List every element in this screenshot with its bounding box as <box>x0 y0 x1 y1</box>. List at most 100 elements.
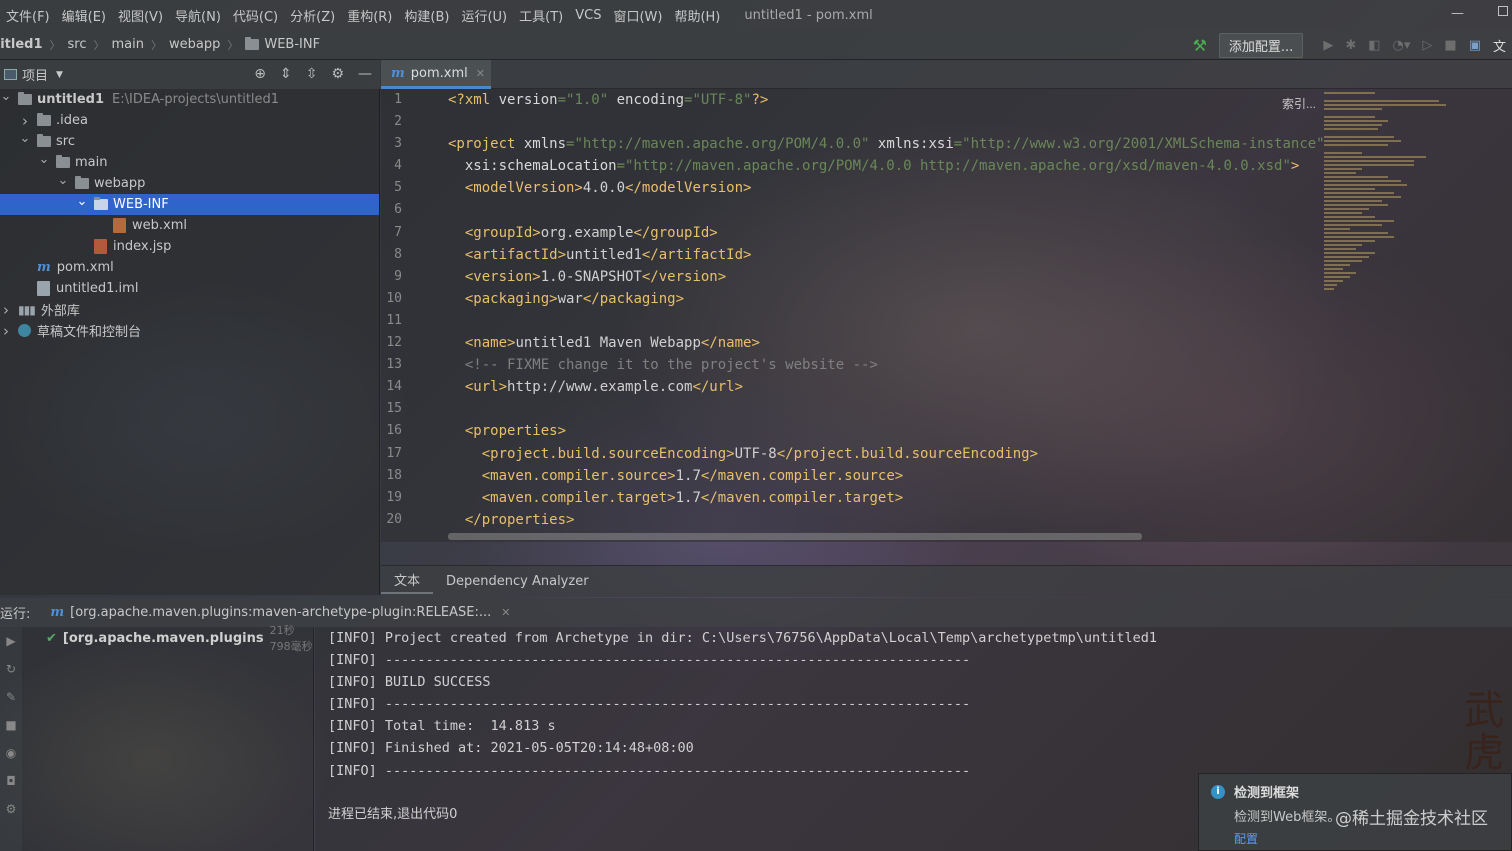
code-line: <name>untitled1 Maven Webapp</name> <box>464 335 760 352</box>
menu-vcs[interactable]: VCS <box>569 8 607 23</box>
close-icon[interactable]: ✕ <box>476 67 485 80</box>
build-hammer-icon[interactable]: ⚒ <box>1193 36 1207 55</box>
expand-all-icon[interactable]: ⇕ <box>280 66 292 82</box>
minimap-line <box>1324 120 1388 122</box>
maven-icon: m <box>391 65 405 81</box>
menu-window[interactable]: 窗口(W) <box>607 6 668 25</box>
breadcrumb-project[interactable]: titled1 <box>0 37 43 52</box>
tree-item[interactable]: m pom.xml <box>0 257 379 278</box>
close-icon[interactable]: ✕ <box>501 606 510 619</box>
tree-item[interactable]: ⌄ untitled1 E:\IDEA-projects\untitled1 <box>0 89 379 110</box>
chevron-right-icon[interactable]: › <box>19 112 31 130</box>
locate-icon[interactable]: ⊕ <box>254 66 266 82</box>
camera-icon[interactable]: ◘ <box>0 767 22 795</box>
eye-icon[interactable]: ◉ <box>0 739 22 767</box>
hide-panel-icon[interactable]: — <box>358 66 372 82</box>
minimap-line <box>1324 208 1369 210</box>
menu-build[interactable]: 构建(B) <box>398 6 455 25</box>
rerun-icon[interactable]: ▶ <box>0 627 22 655</box>
project-icon <box>4 69 17 80</box>
code-editor[interactable]: 1 2 3 4 5 6 7 8 9 10 11 12 13 14 15 16 17 18 19 20 <?xml ve… <box>381 89 1512 542</box>
chevron-right-icon[interactable]: › <box>0 301 12 319</box>
minimap-line <box>1324 176 1388 178</box>
minimap-line <box>1324 168 1363 170</box>
watermark: @稀土掘金技术社区 <box>1335 809 1488 829</box>
menu-refactor[interactable]: 重构(R) <box>341 6 398 25</box>
breadcrumb-main[interactable]: main <box>112 37 144 52</box>
run-panel-header: 运行: m [org.apache.maven.plugins:maven-ar… <box>0 598 1512 627</box>
tab-pom-xml[interactable]: m pom.xml ✕ <box>381 60 491 89</box>
chevron-down-icon[interactable]: ⌄ <box>38 152 50 167</box>
tree-item[interactable]: web.xml <box>0 215 379 236</box>
minimap-line <box>1324 224 1382 226</box>
tree-item[interactable]: › .idea <box>0 110 379 131</box>
menu-navigate[interactable]: 导航(N) <box>169 6 227 25</box>
indexing-status: 索引... <box>1281 97 1316 111</box>
line-number: 2 <box>394 114 402 130</box>
breadcrumb-web-inf[interactable]: WEB-INF <box>264 37 320 52</box>
debug-icon[interactable]: ✱ <box>1345 38 1356 53</box>
minimap-line <box>1324 284 1337 286</box>
chevron-right-icon: 〉 <box>150 38 162 52</box>
coverage-icon[interactable]: ◧ <box>1368 38 1380 53</box>
menu-view[interactable]: 视图(V) <box>112 6 169 25</box>
minimap-line <box>1324 276 1350 278</box>
project-view-selector[interactable]: 项目 ▼ <box>4 65 63 84</box>
project-structure-icon[interactable]: ▣ <box>1469 38 1481 53</box>
menu-file[interactable]: 文件(F) <box>0 6 56 25</box>
line-number: 16 <box>386 423 402 439</box>
add-configuration-button[interactable]: 添加配置... <box>1218 32 1304 58</box>
breadcrumb-src[interactable]: src <box>68 37 87 52</box>
run-tree-item[interactable]: ✔ [org.apache.maven.plugins 21秒798毫秒 <box>22 624 313 653</box>
translate-button[interactable]: 文 <box>1493 36 1506 55</box>
profile-icon[interactable]: ◔▾ <box>1393 38 1411 53</box>
chevron-down-icon[interactable]: ⌄ <box>19 131 31 146</box>
settings-icon[interactable]: ⚙ <box>0 795 22 823</box>
tree-item[interactable]: › ▮▮▮ 外部库 <box>0 299 379 320</box>
menu-code[interactable]: 代码(C) <box>227 6 284 25</box>
project-path-hint: E:\IDEA-projects\untitled1 <box>112 92 280 107</box>
run-icon[interactable]: ▶ <box>1323 38 1333 53</box>
chevron-down-icon[interactable]: ⌄ <box>57 173 69 188</box>
menu-run[interactable]: 运行(U) <box>455 6 513 25</box>
refresh-icon[interactable]: ↻ <box>0 655 22 683</box>
tree-item[interactable]: index.jsp <box>0 236 379 257</box>
stop-icon[interactable]: ■ <box>0 711 22 739</box>
console-line: [INFO] Total time: 14.813 s <box>328 718 556 735</box>
tree-item[interactable]: untitled1.iml <box>0 278 379 299</box>
chevron-down-icon[interactable]: ⌄ <box>0 89 12 104</box>
chevron-down-icon[interactable]: ⌄ <box>76 194 88 209</box>
chevron-right-icon[interactable]: › <box>0 322 12 340</box>
breadcrumb-webapp[interactable]: webapp <box>169 37 220 52</box>
maximize-icon[interactable] <box>1498 6 1508 16</box>
line-number: 19 <box>386 489 402 505</box>
minimap-line <box>1324 204 1388 206</box>
configure-link[interactable]: 配置 <box>1234 830 1499 847</box>
tree-item-label: web.xml <box>132 218 187 233</box>
horizontal-scrollbar[interactable] <box>448 533 1142 540</box>
stop-icon[interactable]: ■ <box>1444 38 1456 53</box>
minimap-line <box>1324 260 1363 262</box>
wrench-icon[interactable]: ✎ <box>0 683 22 711</box>
menu-tools[interactable]: 工具(T) <box>513 6 569 25</box>
chevron-down-icon: ▼ <box>56 69 63 80</box>
tree-item[interactable]: ⌄ WEB-INF <box>0 194 379 215</box>
gear-icon[interactable]: ⚙ <box>331 66 344 82</box>
menu-edit[interactable]: 编辑(E) <box>56 6 112 25</box>
run-tab[interactable]: m [org.apache.maven.plugins:maven-archet… <box>50 605 510 620</box>
minimize-icon[interactable]: — <box>1451 6 1464 21</box>
code-minimap[interactable] <box>1324 92 1452 307</box>
minimap-line <box>1324 236 1395 238</box>
resume-icon[interactable]: ▷ <box>1422 38 1432 53</box>
jsp-file-icon <box>94 239 107 254</box>
project-panel-title: 项目 <box>22 69 49 84</box>
menu-help[interactable]: 帮助(H) <box>668 6 726 25</box>
tab-dependency-analyzer[interactable]: Dependency Analyzer <box>433 574 602 589</box>
tree-item[interactable]: › 草稿文件和控制台 <box>0 320 379 341</box>
tree-item[interactable]: ⌄ src <box>0 131 379 152</box>
tree-item[interactable]: ⌄ main <box>0 152 379 173</box>
tree-item[interactable]: ⌄ webapp <box>0 173 379 194</box>
menu-analyze[interactable]: 分析(Z) <box>284 6 341 25</box>
collapse-all-icon[interactable]: ⇳ <box>306 66 318 82</box>
tab-text[interactable]: 文本 <box>381 570 434 594</box>
